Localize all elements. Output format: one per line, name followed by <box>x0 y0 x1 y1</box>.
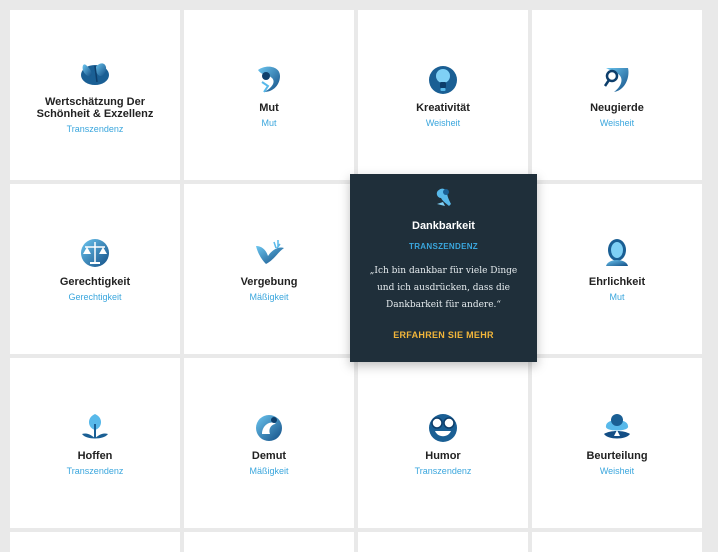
gratitude-icon <box>436 188 451 206</box>
card-name: Wertschätzung Der Schönheit & Exzellenz <box>36 96 154 120</box>
card-category[interactable]: Transzendenz <box>415 466 472 476</box>
card-partial <box>184 532 354 552</box>
card-partial <box>358 532 528 552</box>
card-name: Neugierde <box>590 102 644 114</box>
card-category[interactable]: Weisheit <box>600 118 634 128</box>
card-category[interactable]: Mut <box>609 292 624 302</box>
card-courage[interactable]: Mut Mut <box>184 10 354 180</box>
card-justice[interactable]: Gerechtigkeit Gerechtigkeit <box>10 184 180 354</box>
card-category[interactable]: Mäßigkeit <box>249 466 288 476</box>
card-category[interactable]: Mäßigkeit <box>249 292 288 302</box>
card-partial <box>10 532 180 552</box>
judgement-icon <box>604 414 630 439</box>
butterfly-icon <box>81 63 109 85</box>
card-name: Beurteilung <box>586 450 648 462</box>
card-name: Mut <box>259 102 279 114</box>
card-category[interactable]: Gerechtigkeit <box>68 292 121 302</box>
card-humor[interactable]: Humor Transzendenz <box>358 358 528 528</box>
magnifier-icon <box>603 68 629 92</box>
card-category[interactable]: Transzendenz <box>67 466 124 476</box>
card-hope[interactable]: Hoffen Transzendenz <box>10 358 180 528</box>
mirror-icon <box>606 239 628 266</box>
card-honesty[interactable]: Ehrlichkeit Mut <box>532 184 702 354</box>
card-category[interactable]: Weisheit <box>426 118 460 128</box>
courage-icon <box>258 66 280 93</box>
card-forgiveness[interactable]: Vergebung Mäßigkeit <box>184 184 354 354</box>
lightbulb-icon <box>429 66 457 94</box>
card-humility[interactable]: Demut Mäßigkeit <box>184 358 354 528</box>
laughing-face-icon <box>429 414 457 442</box>
card-judgement[interactable]: Beurteilung Weisheit <box>532 358 702 528</box>
featured-title: Dankbarkeit <box>412 220 475 232</box>
humility-icon <box>256 415 282 441</box>
card-category[interactable]: Transzendenz <box>67 124 124 134</box>
card-name: Demut <box>251 450 287 462</box>
card-name: Hoffen <box>77 450 113 462</box>
learn-more-link[interactable]: ERFAHREN SIE MEHR <box>393 330 494 340</box>
featured-quote: „Ich bin dankbar für viele Dinge und ich… <box>369 266 518 310</box>
card-creativity[interactable]: Kreativität Weisheit <box>358 10 528 180</box>
card-category[interactable]: Mut <box>261 118 276 128</box>
card-name: Kreativität <box>416 102 470 114</box>
card-name: Humor <box>425 450 461 462</box>
featured-card-gratitude[interactable]: Dankbarkeit TRANSZENDENZ „Ich bin dankba… <box>350 174 537 362</box>
scales-icon <box>81 239 109 267</box>
sprout-icon <box>82 414 108 439</box>
card-partial <box>532 532 702 552</box>
card-category[interactable]: Weisheit <box>600 466 634 476</box>
card-name: Gerechtigkeit <box>59 276 131 288</box>
featured-category[interactable]: TRANSZENDENZ <box>368 242 519 251</box>
card-name: Vergebung <box>240 276 298 288</box>
card-beauty[interactable]: Wertschätzung Der Schönheit & Exzellenz … <box>10 10 180 180</box>
card-name: Ehrlichkeit <box>588 276 646 288</box>
dove-icon <box>256 240 284 264</box>
card-curiosity[interactable]: Neugierde Weisheit <box>532 10 702 180</box>
